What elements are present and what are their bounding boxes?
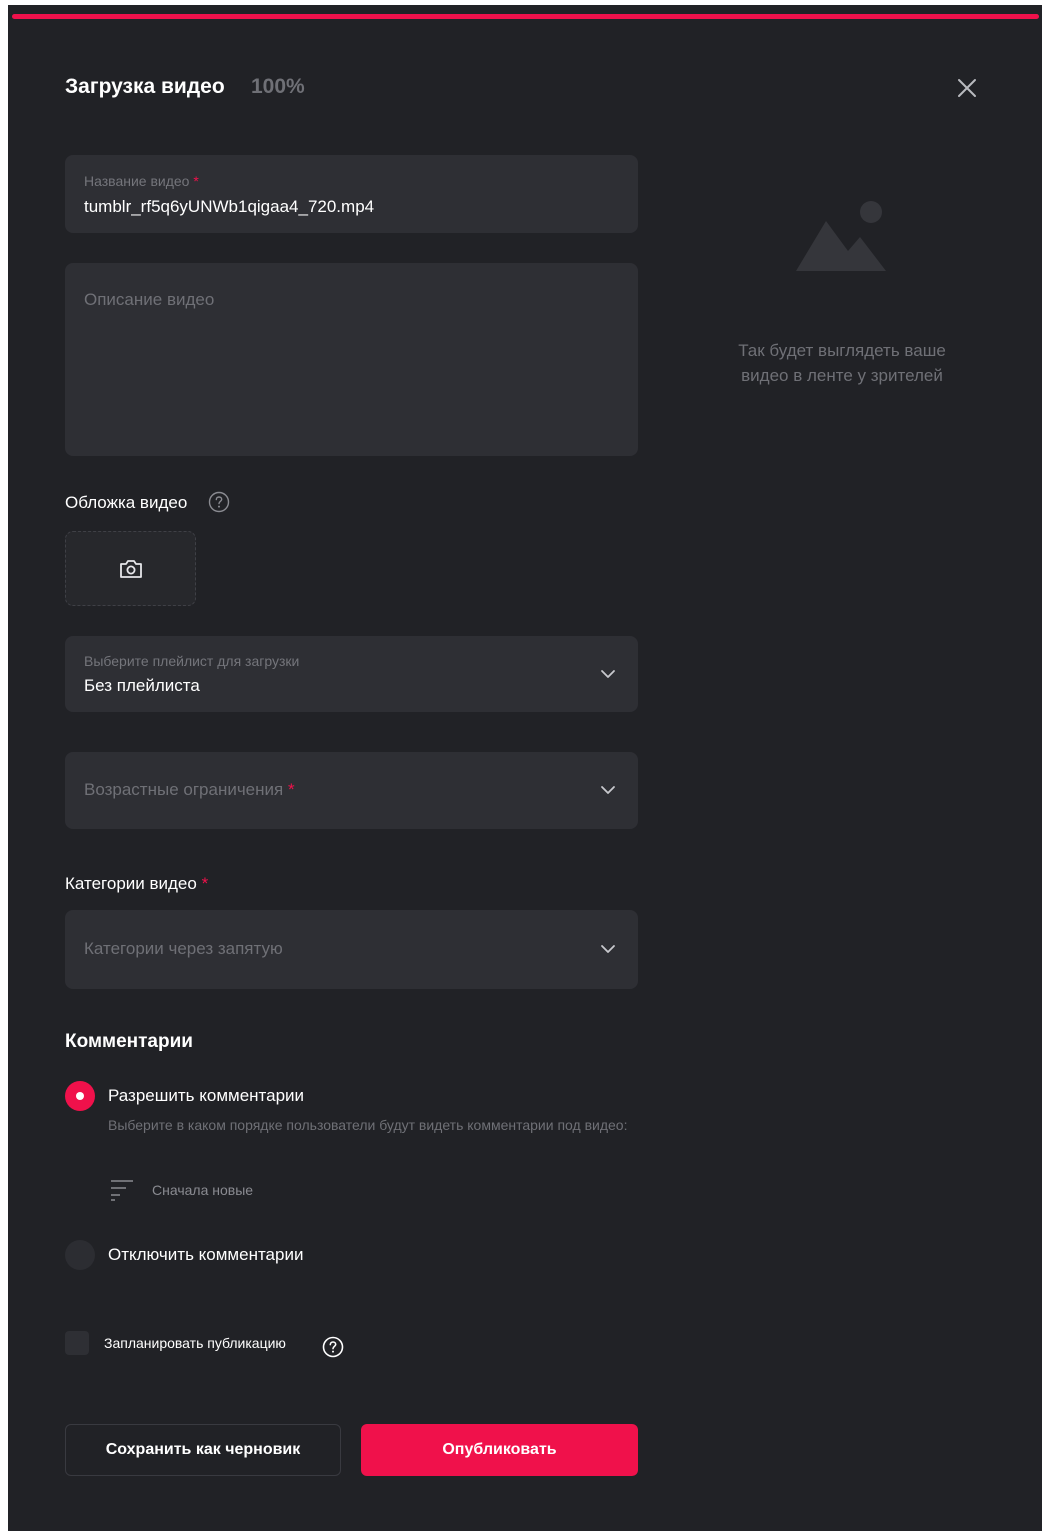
age-restrictions-placeholder: Возрастные ограничения * [84, 780, 295, 800]
categories-label-text: Категории видео [65, 874, 197, 893]
categories-select[interactable]: Категории через запятую [65, 910, 638, 989]
video-name-label: Название видео * [84, 173, 199, 189]
sort-icon [111, 1180, 133, 1201]
upload-progress-fill [12, 14, 1039, 19]
disable-comments-radio[interactable] [65, 1240, 95, 1270]
preview-hint: Так будет выглядеть ваше видео в ленте у… [738, 341, 946, 385]
schedule-checkbox[interactable] [65, 1331, 89, 1355]
cover-upload-button[interactable] [65, 531, 196, 606]
publish-button[interactable]: Опубликовать [361, 1424, 638, 1476]
age-restrictions-select[interactable]: Возрастные ограничения * [65, 752, 638, 829]
cover-label: Обложка видео [65, 493, 188, 512]
required-mark: * [201, 874, 209, 893]
upload-progress-bar [12, 14, 1039, 19]
chevron-down-icon [601, 786, 615, 794]
playlist-label: Выберите плейлист для загрузки [84, 653, 300, 669]
video-description-field[interactable]: Описание видео [65, 263, 638, 456]
video-name-label-text: Название видео [84, 173, 190, 189]
chevron-down-icon [601, 670, 615, 678]
age-restrictions-text: Возрастные ограничения [84, 780, 284, 799]
video-name-value: tumblr_rf5q6yUNWb1qigaa4_720.mp4 [84, 197, 375, 216]
close-icon [958, 79, 976, 97]
modal-title: Загрузка видео [65, 75, 225, 98]
schedule-label[interactable]: Запланировать публикацию [104, 1335, 286, 1351]
video-name-field[interactable]: Название видео * tumblr_rf5q6yUNWb1qigaa… [65, 155, 638, 233]
disable-comments-label[interactable]: Отключить комментарии [108, 1245, 303, 1265]
video-description-placeholder: Описание видео [84, 290, 215, 309]
playlist-value: Без плейлиста [84, 676, 200, 695]
camera-icon [120, 560, 142, 578]
categories-label: Категории видео * [65, 874, 208, 894]
categories-placeholder: Категории через запятую [84, 939, 283, 958]
save-draft-button[interactable]: Сохранить как черновик [65, 1424, 341, 1476]
help-icon[interactable] [322, 1336, 344, 1358]
allow-comments-radio[interactable] [65, 1081, 95, 1111]
comments-title: Комментарии [65, 1031, 193, 1052]
allow-comments-label[interactable]: Разрешить комментарии [108, 1086, 304, 1106]
sort-label: Сначала новые [152, 1182, 254, 1198]
upload-percent: 100% [251, 75, 305, 98]
required-mark: * [193, 173, 199, 189]
required-mark: * [287, 780, 295, 799]
close-button[interactable] [954, 75, 980, 101]
playlist-select[interactable]: Выберите плейлист для загрузки Без плейл… [65, 636, 638, 712]
image-placeholder-icon [796, 201, 886, 271]
comments-order-description: Выберите в каком порядке пользователи бу… [108, 1117, 628, 1133]
chevron-down-icon [601, 945, 615, 953]
help-icon[interactable] [208, 491, 230, 513]
upload-modal: Загрузка видео 100% Название видео * tum… [8, 5, 1042, 1531]
